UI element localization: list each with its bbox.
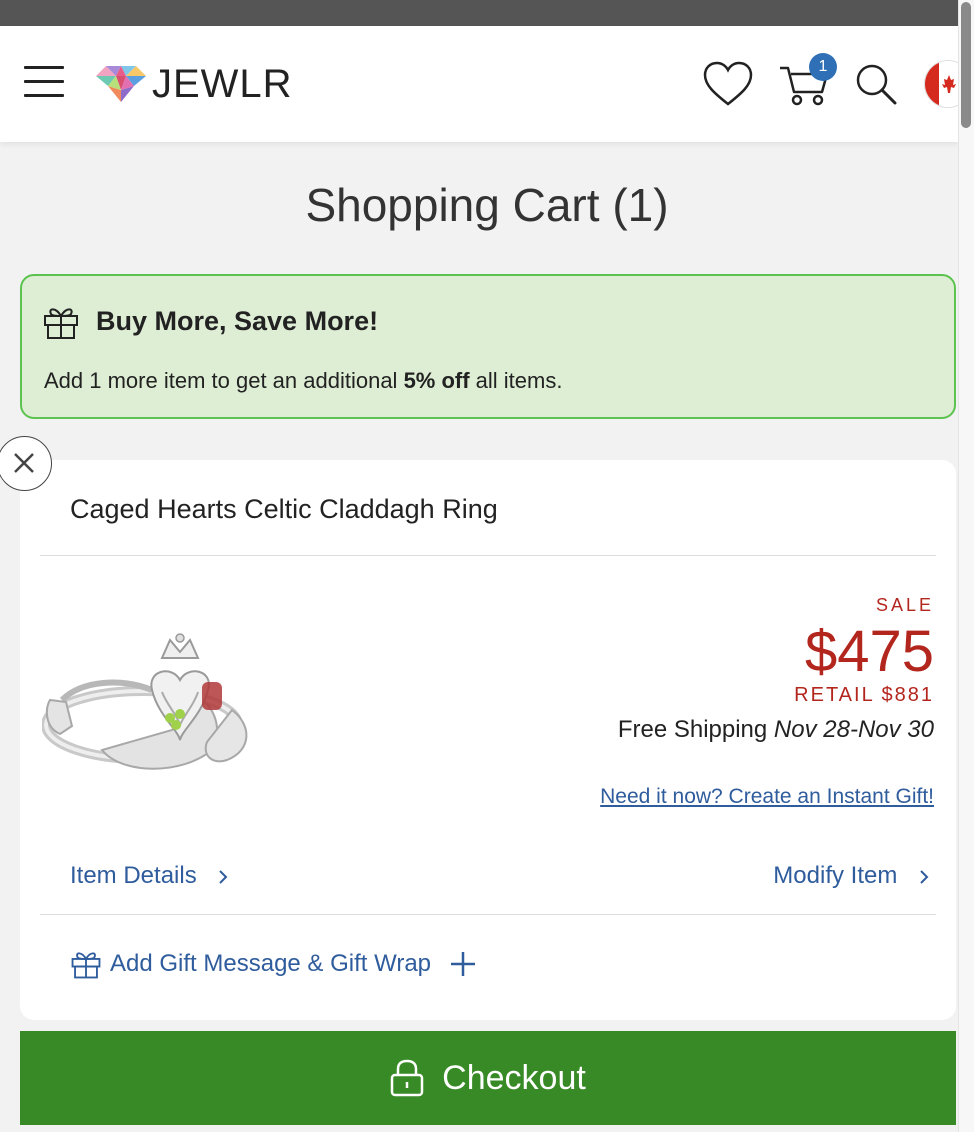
checkout-label: Checkout	[442, 1058, 586, 1097]
sale-label: SALE	[875, 595, 934, 615]
top-strip	[0, 0, 958, 26]
site-header: JEWLR 1	[0, 26, 972, 142]
sale-price: $475	[804, 619, 934, 684]
gift-icon	[44, 308, 78, 339]
product-name[interactable]: Caged Hearts Celtic Claddagh Ring	[70, 494, 498, 525]
page-title: Shopping Cart (1)	[305, 179, 669, 231]
remove-item-button[interactable]	[0, 436, 52, 491]
site-logo[interactable]: JEWLR	[96, 62, 293, 106]
divider	[40, 914, 936, 915]
chevron-right-icon	[920, 869, 929, 884]
checkout-button[interactable]: Checkout	[20, 1031, 956, 1125]
gift-icon	[71, 952, 101, 979]
lock-icon	[390, 1059, 424, 1097]
product-image[interactable]	[42, 630, 274, 790]
wishlist-heart-icon[interactable]	[702, 60, 754, 108]
gift-message-link[interactable]: Add Gift Message & Gift Wrap	[70, 948, 477, 980]
divider	[40, 555, 936, 556]
instant-gift-link[interactable]: Need it now? Create an Instant Gift!	[600, 785, 934, 809]
scrollbar[interactable]	[958, 0, 974, 1132]
scrollbar-thumb[interactable]	[961, 2, 971, 128]
item-details-link[interactable]: Item Details	[70, 862, 233, 890]
retail-price: RETAIL $881	[794, 684, 934, 706]
shipping-info: Free Shipping Nov 28-Nov 30	[617, 716, 934, 743]
cart-count-badge: 1	[809, 53, 837, 81]
logo-text: JEWLR	[152, 61, 293, 106]
close-icon	[14, 453, 34, 473]
promo-message: Add 1 more item to get an additional 5% …	[44, 368, 563, 393]
modify-item-link[interactable]: Modify Item	[773, 862, 934, 890]
search-icon[interactable]	[854, 62, 898, 106]
menu-icon[interactable]	[24, 66, 64, 100]
promo-discount: 5% off	[403, 368, 470, 393]
gem-logo-icon	[96, 66, 146, 102]
cart-item-card: Caged Hearts Celtic Claddagh Ring SALE $…	[20, 460, 956, 1020]
promo-banner: Buy More, Save More! Add 1 more item to …	[20, 274, 956, 419]
plus-icon	[451, 952, 476, 976]
promo-title: Buy More, Save More!	[96, 306, 379, 336]
shipping-dates: Nov 28-Nov 30	[773, 716, 934, 743]
chevron-right-icon	[219, 869, 228, 884]
